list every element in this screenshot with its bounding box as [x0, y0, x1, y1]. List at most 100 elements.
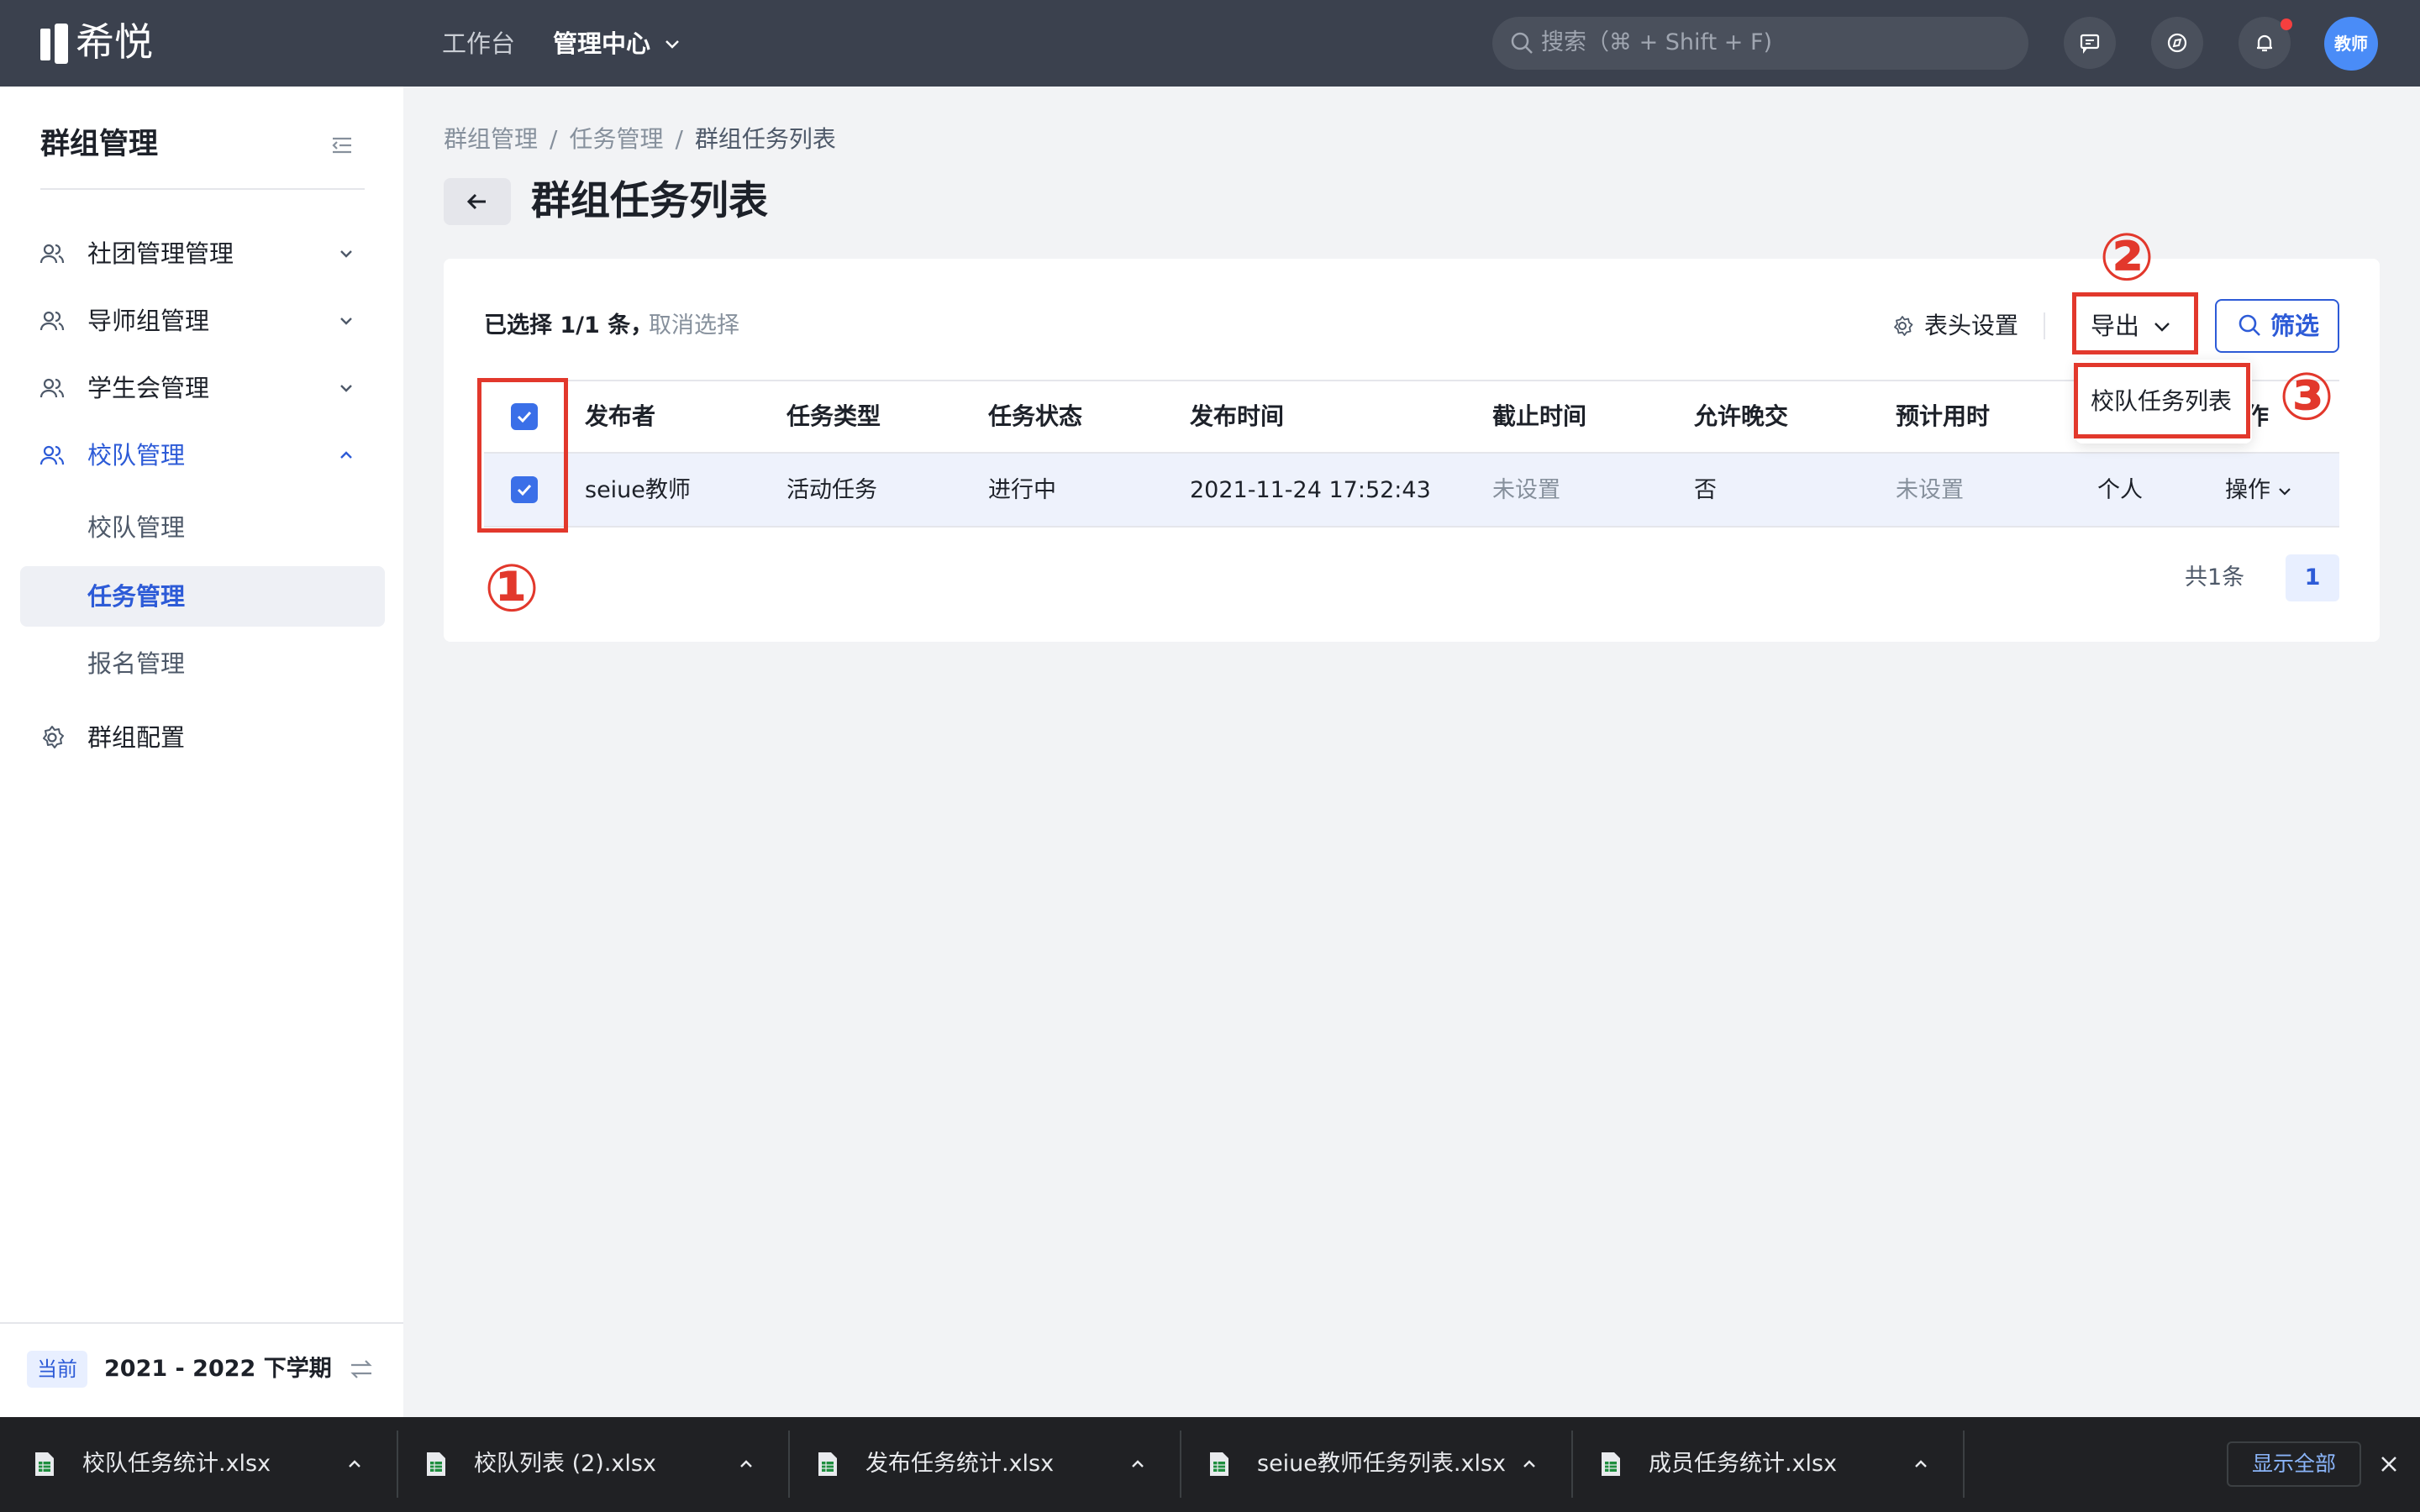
cell-publish-time: 2021-11-24 17:52:43	[1190, 477, 1431, 503]
pagination-page[interactable]: 1	[2286, 554, 2339, 601]
cell-publisher: seiue教师	[585, 477, 691, 503]
spreadsheet-file-icon	[1210, 1452, 1228, 1476]
spreadsheet-file-icon	[818, 1452, 837, 1476]
annotation-box-3	[2074, 363, 2250, 438]
annotation-box-2	[2072, 292, 2198, 354]
chevron-down-icon	[340, 250, 352, 258]
row-actions-button[interactable]: 操作	[2225, 474, 2270, 507]
download-item[interactable]: 校队列表 (2).xlsx	[392, 1417, 783, 1512]
chevron-up-icon[interactable]	[1128, 1454, 1148, 1474]
logo-text: 希悦	[76, 19, 153, 65]
column-header-task-type[interactable]: 任务类型	[786, 400, 881, 433]
compass-icon	[2167, 33, 2187, 53]
bell-icon	[2257, 34, 2272, 52]
toolbar-divider	[2044, 312, 2045, 339]
collapse-sidebar-icon[interactable]	[329, 133, 355, 158]
column-header-estimated-time[interactable]: 预计用时	[1896, 400, 1990, 433]
sidebar-item-label: 导师组管理	[87, 307, 210, 335]
cancel-selection-link[interactable]: 取消选择	[649, 309, 739, 343]
sidebar-subitem-label: 报名管理	[87, 649, 186, 678]
column-settings-button[interactable]: 表头设置	[1924, 307, 2018, 344]
sidebar-subitem-label: 校队管理	[87, 513, 186, 542]
sidebar-subitem-task-management[interactable]: 任务管理	[20, 566, 385, 627]
cell-task-status: 进行中	[988, 477, 1056, 503]
download-item[interactable]: 校队任务统计.xlsx	[0, 1417, 392, 1512]
download-filename: 校队任务统计.xlsx	[82, 1451, 271, 1477]
sidebar-item-club-management[interactable]: 社团管理管理	[0, 222, 403, 286]
switch-arrows-icon[interactable]	[348, 1356, 375, 1383]
users-icon	[39, 378, 65, 398]
sidebar-item-school-team[interactable]: 校队管理	[0, 423, 403, 487]
download-item[interactable]: seiue教师任务列表.xlsx	[1175, 1417, 1566, 1512]
cell-deadline: 未设置	[1492, 477, 1560, 503]
sidebar-item-label: 学生会管理	[87, 374, 210, 402]
chevron-up-icon	[340, 451, 352, 459]
sidebar-item-label: 校队管理	[87, 441, 186, 470]
annotation-box-1	[477, 378, 568, 533]
filter-label[interactable]: 筛选	[2270, 307, 2319, 344]
users-icon	[39, 311, 65, 331]
chevron-up-icon[interactable]	[1911, 1454, 1931, 1474]
avatar[interactable]: 教师	[2324, 17, 2378, 71]
annotation-number-2: ②	[2099, 220, 2155, 296]
chevron-up-icon[interactable]	[345, 1454, 365, 1474]
download-filename: seiue教师任务列表.xlsx	[1257, 1451, 1507, 1477]
sidebar-subitem-team-management[interactable]: 校队管理	[20, 497, 385, 558]
notification-badge	[2281, 18, 2292, 30]
sidebar-item-mentor-group[interactable]: 导师组管理	[0, 289, 403, 353]
download-item[interactable]: 发布任务统计.xlsx	[783, 1417, 1175, 1512]
sidebar-subitem-registration[interactable]: 报名管理	[20, 633, 385, 694]
selection-info: 已选择 1/1 条，	[484, 312, 654, 339]
download-item[interactable]: 成员任务统计.xlsx	[1566, 1417, 1958, 1512]
nav-workbench[interactable]: 工作台	[442, 25, 515, 62]
chevron-up-icon[interactable]	[1519, 1454, 1539, 1474]
sidebar-item-label: 社团管理管理	[87, 239, 234, 268]
breadcrumb: 群组管理 / 任务管理 / 群组任务列表	[444, 125, 836, 153]
chevron-up-icon[interactable]	[736, 1454, 756, 1474]
search-icon	[1511, 32, 1533, 54]
spreadsheet-file-icon	[427, 1452, 445, 1476]
gear-icon	[1894, 316, 1913, 336]
sidebar-title: 群组管理	[40, 128, 159, 161]
column-header-publish-time[interactable]: 发布时间	[1190, 400, 1284, 433]
arrow-left-icon	[466, 193, 486, 210]
nav-management-center[interactable]: 管理中心	[553, 25, 650, 62]
cell-estimated-time: 未设置	[1896, 477, 1964, 503]
breadcrumb-item[interactable]: 群组管理	[444, 125, 538, 153]
table-header-row	[484, 380, 2339, 454]
sidebar-item-label: 群组配置	[87, 723, 186, 752]
sidebar-item-group-config[interactable]: 群组配置	[0, 706, 403, 769]
column-header-deadline[interactable]: 截止时间	[1492, 400, 1586, 433]
download-filename: 校队列表 (2).xlsx	[474, 1451, 656, 1477]
page-title: 群组任务列表	[531, 178, 768, 224]
back-button[interactable]	[444, 178, 511, 225]
chevron-down-icon[interactable]	[2275, 482, 2294, 501]
message-button[interactable]	[2064, 17, 2116, 69]
sidebar-divider	[40, 188, 365, 190]
search-placeholder: 搜索（⌘ + Shift + F)	[1541, 29, 1773, 55]
message-icon	[2080, 34, 2100, 54]
download-separator	[1963, 1431, 1965, 1498]
app-center-button[interactable]	[2151, 17, 2203, 69]
breadcrumb-current: 群组任务列表	[694, 125, 836, 153]
users-icon	[39, 244, 65, 264]
annotation-number-3: ③	[2279, 360, 2335, 435]
column-header-task-status[interactable]: 任务状态	[988, 400, 1082, 433]
sidebar-item-student-union[interactable]: 学生会管理	[0, 356, 403, 420]
chevron-down-icon[interactable]	[662, 34, 682, 54]
spreadsheet-file-icon	[35, 1452, 54, 1476]
current-term-badge: 当前	[27, 1351, 87, 1388]
gear-icon	[43, 726, 64, 748]
column-header-allow-late[interactable]: 允许晚交	[1694, 400, 1788, 433]
close-icon[interactable]	[2378, 1453, 2400, 1475]
show-all-downloads-button[interactable]: 显示全部	[2227, 1441, 2362, 1487]
chevron-down-icon	[340, 385, 352, 392]
breadcrumb-item[interactable]: 任务管理	[569, 125, 663, 153]
cell-task-type: 活动任务	[786, 477, 877, 503]
current-term-text: 2021 - 2022 下学期	[104, 1356, 332, 1382]
chevron-down-icon	[340, 318, 352, 325]
column-header-publisher[interactable]: 发布者	[585, 400, 655, 433]
top-navigation-bar	[0, 0, 2420, 87]
cell-scope: 个人	[2097, 477, 2143, 503]
annotation-number-1: ①	[484, 551, 540, 627]
